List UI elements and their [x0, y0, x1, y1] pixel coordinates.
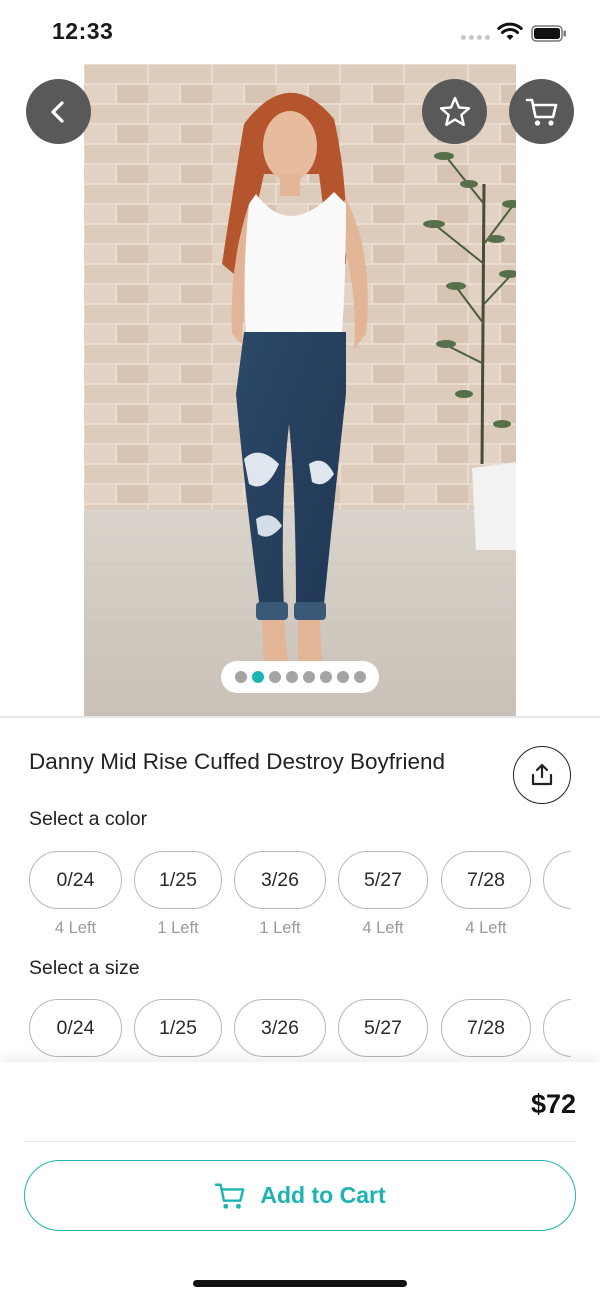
favorite-button[interactable]	[422, 79, 487, 144]
bottom-bar: $72 Add to Cart	[0, 1062, 600, 1299]
stock-count: 4 Left	[465, 919, 507, 937]
option-pill[interactable]: 3/26	[234, 851, 326, 909]
option-pill[interactable]: 5/27	[338, 999, 428, 1057]
chevron-left-icon	[50, 100, 64, 123]
product-image[interactable]	[84, 64, 516, 716]
size-option[interactable]: 7/28	[441, 999, 531, 1057]
option-pill[interactable]: 9	[543, 999, 571, 1057]
wifi-icon	[497, 22, 523, 40]
size-option[interactable]: 1/25	[134, 999, 222, 1057]
product-photo	[84, 64, 516, 716]
status-bar: 12:33	[0, 0, 600, 64]
color-option[interactable]: 5/27 4 Left	[338, 851, 428, 938]
option-pill[interactable]: 7/28	[441, 851, 531, 909]
stock-count: 4 Left	[54, 919, 97, 937]
size-option[interactable]: 9	[543, 999, 571, 1057]
price: $72	[530, 1089, 576, 1119]
stock-count: 4 Left	[362, 919, 404, 937]
carousel-dot[interactable]	[234, 671, 247, 683]
carousel-dot[interactable]	[353, 671, 366, 683]
signal-dots-icon	[461, 35, 490, 40]
option-pill[interactable]: 1/25	[134, 999, 222, 1057]
battery-icon	[531, 25, 566, 42]
product-title: Danny Mid Rise Cuffed Destroy Boyfriend	[29, 749, 446, 774]
carousel-dot[interactable]	[285, 671, 298, 683]
carousel-dot[interactable]	[319, 671, 332, 683]
option-pill[interactable]: 9	[543, 851, 571, 909]
size-option[interactable]: 0/24	[29, 999, 122, 1057]
option-pill[interactable]: 3/26	[234, 999, 326, 1057]
size-options: 0/241/253/265/277/289	[29, 999, 571, 1059]
color-option[interactable]: 3/26 1 Left	[234, 851, 326, 938]
carousel-indicator[interactable]	[221, 661, 379, 693]
option-pill[interactable]: 0/24	[29, 999, 122, 1057]
color-option[interactable]: 94	[543, 851, 571, 938]
carousel-dot[interactable]	[302, 671, 315, 683]
cart-icon	[215, 1183, 245, 1209]
carousel-dot[interactable]	[251, 671, 264, 683]
status-time: 12:33	[52, 18, 114, 44]
option-pill[interactable]: 0/24	[29, 851, 122, 909]
color-option[interactable]: 1/25 1 Left	[134, 851, 222, 938]
divider	[24, 1141, 576, 1142]
add-to-cart-button[interactable]: Add to Cart	[24, 1160, 576, 1231]
share-button[interactable]	[513, 746, 571, 804]
option-pill[interactable]: 1/25	[134, 851, 222, 909]
carousel-dot[interactable]	[268, 671, 281, 683]
back-button[interactable]	[26, 79, 91, 144]
color-option[interactable]: 7/28 4 Left	[441, 851, 531, 938]
select-size-label: Select a size	[29, 957, 140, 979]
option-pill[interactable]: 5/27	[338, 851, 428, 909]
add-to-cart-label: Add to Cart	[260, 1182, 386, 1208]
cart-button[interactable]	[509, 79, 574, 144]
size-option[interactable]: 5/27	[338, 999, 428, 1057]
home-indicator[interactable]	[193, 1280, 407, 1287]
option-pill[interactable]: 7/28	[441, 999, 531, 1057]
stock-count: 4	[543, 919, 571, 938]
size-option[interactable]: 3/26	[234, 999, 326, 1057]
share-icon	[531, 763, 553, 786]
stock-count: 1 Left	[157, 919, 199, 937]
color-options: 0/24 4 Left 1/25 1 Left 3/26 1 Left 5/27 4 Left…	[29, 851, 571, 941]
divider	[0, 716, 600, 718]
color-option[interactable]: 0/24 4 Left	[29, 851, 122, 938]
cart-icon	[525, 98, 557, 126]
star-outline-icon	[439, 96, 470, 126]
carousel-dot[interactable]	[336, 671, 349, 683]
select-color-label: Select a color	[29, 808, 148, 830]
stock-count: 1 Left	[259, 919, 301, 937]
